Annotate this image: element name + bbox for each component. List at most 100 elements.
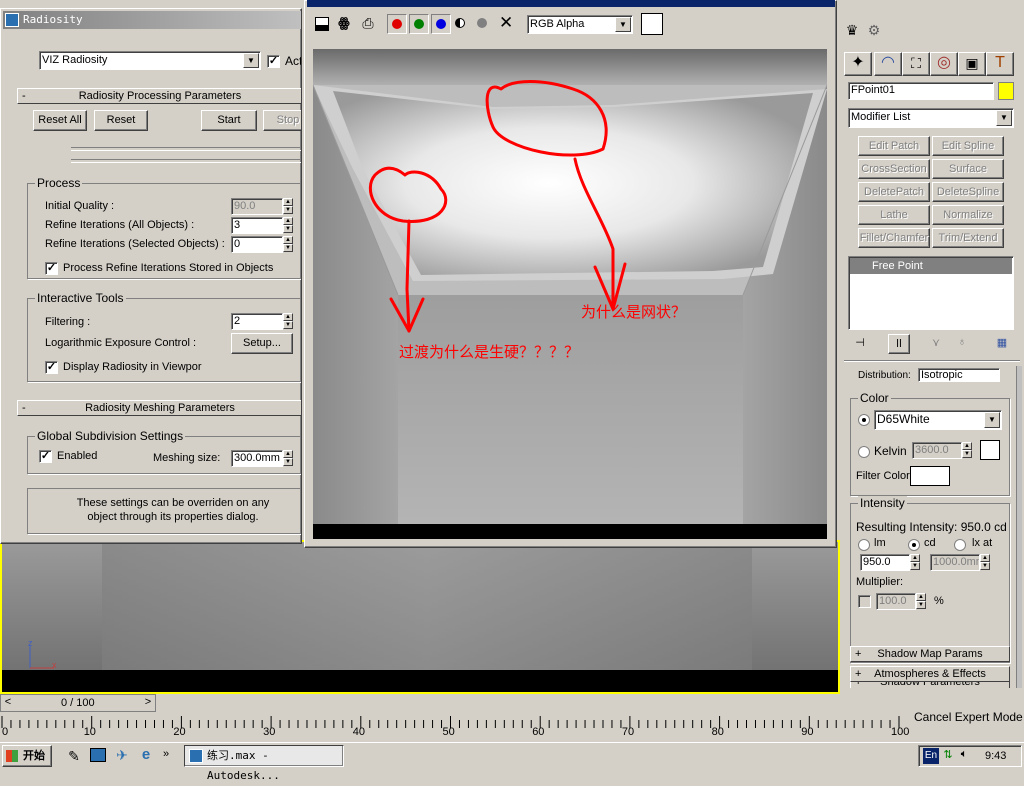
trim-extend-button[interactable]: Trim/Extend <box>932 228 1004 248</box>
red-channel-icon[interactable] <box>387 14 407 34</box>
alpha-channel-icon[interactable] <box>455 18 465 28</box>
edit-patch-button[interactable]: Edit Patch <box>858 136 930 156</box>
quicklaunch-network-icon[interactable]: ✈ <box>114 747 130 764</box>
start-menu-button[interactable]: 开始 <box>2 745 52 767</box>
display-radiosity-checkbox[interactable]: ✓ <box>45 361 58 374</box>
radiosity-title-bar[interactable]: Radiosity <box>3 11 301 29</box>
refine-all-field[interactable]: 3 <box>231 217 283 234</box>
shadow-map-params-rollout[interactable]: + Shadow Map Params <box>850 646 1010 662</box>
create-tab-icon[interactable]: ✦ <box>844 52 872 76</box>
chevron-down-icon[interactable]: ▼ <box>984 412 1000 428</box>
more-icon[interactable]: » <box>160 748 172 760</box>
distance-spinner[interactable]: ▲ ▼ <box>980 554 990 571</box>
chevron-down-icon[interactable]: ▼ <box>243 53 259 68</box>
initial-quality-spinner[interactable]: ▲ ▼ <box>283 198 293 215</box>
edit-spline-button[interactable]: Edit Spline <box>932 136 1004 156</box>
filtering-spinner[interactable]: ▲ ▼ <box>283 313 293 330</box>
clone-icon[interactable]: ꙮ <box>335 15 353 31</box>
language-indicator[interactable]: En <box>923 748 939 764</box>
refine-all-spinner[interactable]: ▲ ▼ <box>283 217 293 234</box>
filter-color-swatch[interactable] <box>910 466 950 486</box>
normalize-spline-button[interactable]: Normalize Spl. <box>932 205 1004 239</box>
filtering-field[interactable]: 2 <box>231 313 283 330</box>
make-unique-icon[interactable]: ⋎ <box>928 336 944 349</box>
surface-button[interactable]: Surface <box>932 159 1004 179</box>
start-button[interactable]: Start <box>201 110 257 131</box>
chevron-down-icon[interactable]: ▼ <box>996 110 1012 126</box>
object-name-field[interactable]: FPoint01 <box>848 82 994 100</box>
reset-all-button[interactable]: Reset All <box>33 110 87 131</box>
delete-patch-button[interactable]: DeletePatch <box>858 182 930 202</box>
perspective-viewport[interactable]: z x <box>0 540 840 694</box>
kelvin-color-swatch[interactable] <box>980 440 1000 460</box>
track-bar[interactable]: 0 10 20 30 40 50 60 70 80 90 100 <box>0 714 909 742</box>
green-channel-icon[interactable] <box>409 14 429 34</box>
radiosity-engine-select[interactable]: VIZ Radiosity ▼ <box>39 51 261 70</box>
multiplier-checkbox[interactable] <box>858 595 871 608</box>
fillet-chamfer-button[interactable]: Fillet/Chamfer <box>858 228 930 248</box>
show-end-result-icon[interactable]: ǀǀ <box>888 334 910 354</box>
distance-field[interactable]: 1000.0mm <box>930 554 980 571</box>
gear-icon[interactable]: ⚙ <box>866 22 882 39</box>
clear-icon[interactable]: ✕ <box>499 13 513 33</box>
save-icon[interactable] <box>315 17 329 31</box>
cross-section-button[interactable]: CrossSection <box>858 159 930 179</box>
blue-channel-icon[interactable] <box>431 14 451 34</box>
multiplier-spinner[interactable]: ▲ ▼ <box>916 593 926 610</box>
color-swatch[interactable] <box>641 13 663 35</box>
meshing-rollout-header[interactable]: - Radiosity Meshing Parameters <box>17 400 301 416</box>
time-slider[interactable]: < 0 / 100 > <box>0 694 156 712</box>
network-icon[interactable]: ⇅ <box>941 748 955 761</box>
refine-selected-spinner[interactable]: ▲ ▼ <box>283 236 293 253</box>
lathe-button[interactable]: Lathe <box>858 205 930 225</box>
meshing-size-spinner[interactable]: ▲ ▼ <box>283 450 293 467</box>
render-title-bar[interactable] <box>307 0 835 7</box>
next-frame-icon[interactable]: > <box>143 696 153 708</box>
previous-frame-icon[interactable]: < <box>3 696 13 708</box>
processing-rollout-header[interactable]: - Radiosity Processing Parameters <box>17 88 301 104</box>
pin-stack-icon[interactable]: ⊣ <box>852 336 868 349</box>
motion-tab-icon[interactable]: ◎ <box>930 52 958 76</box>
quicklaunch-ie-icon[interactable]: e <box>138 746 154 763</box>
preset-color-radio[interactable] <box>858 414 870 426</box>
intensity-field[interactable]: 950.0 <box>860 554 910 571</box>
remove-modifier-icon[interactable]: ♁ <box>954 336 970 348</box>
meshing-size-field[interactable]: 300.0mm <box>231 450 283 467</box>
modifier-stack[interactable]: Free Point <box>848 256 1014 330</box>
print-icon[interactable]: ⎙ <box>359 15 377 32</box>
meshing-enabled-checkbox[interactable]: ✓ <box>39 450 52 463</box>
kelvin-field[interactable]: 3600.0 <box>912 442 962 459</box>
distribution-select[interactable]: Isotropic <box>918 368 1000 382</box>
volume-icon[interactable]: 🔈︎ <box>957 748 971 761</box>
taskbar-task-3dsmax[interactable]: 练习.max - Autodesk... <box>184 745 344 782</box>
lm-radio[interactable] <box>858 539 870 551</box>
mono-icon[interactable] <box>477 18 487 28</box>
setup-button[interactable]: Setup... <box>231 333 293 354</box>
atmospheres-effects-rollout[interactable]: + Atmospheres & Effects <box>850 666 1010 682</box>
channel-select[interactable]: RGB Alpha ▼ <box>527 15 633 34</box>
command-panel-scrollbar[interactable] <box>1016 366 1022 688</box>
kelvin-radio[interactable] <box>858 446 870 458</box>
intensity-spinner[interactable]: ▲ ▼ <box>910 554 920 571</box>
quicklaunch-edit-icon[interactable]: ✎ <box>66 748 82 765</box>
hierarchy-tab-icon[interactable]: ⛶ <box>902 52 930 76</box>
multiplier-field[interactable]: 100.0 <box>876 593 916 610</box>
initial-quality-field[interactable]: 90.0 <box>231 198 283 215</box>
stop-button[interactable]: Stop <box>263 110 301 131</box>
chevron-down-icon[interactable]: ▼ <box>615 17 631 32</box>
modify-tab-icon[interactable]: ◠ <box>874 52 902 76</box>
reset-button[interactable]: Reset <box>94 110 148 131</box>
stack-item-free-point[interactable]: Free Point <box>850 258 1012 274</box>
object-color-swatch[interactable] <box>998 82 1014 100</box>
refine-selected-field[interactable]: 0 <box>231 236 283 253</box>
cd-radio[interactable] <box>908 539 920 551</box>
display-tab-icon[interactable]: ▣ <box>958 52 986 76</box>
active-checkbox[interactable]: ✓ <box>267 55 280 68</box>
lx-radio[interactable] <box>954 539 966 551</box>
color-preset-select[interactable]: D65White ▼ <box>874 410 1002 430</box>
modifier-list-select[interactable]: Modifier List ▼ <box>848 108 1014 128</box>
utilities-tab-icon[interactable]: T <box>986 52 1014 76</box>
configure-sets-icon[interactable]: ▦ <box>994 336 1010 349</box>
process-stored-checkbox[interactable]: ✓ <box>45 262 58 275</box>
quicklaunch-desktop-icon[interactable] <box>90 748 106 762</box>
